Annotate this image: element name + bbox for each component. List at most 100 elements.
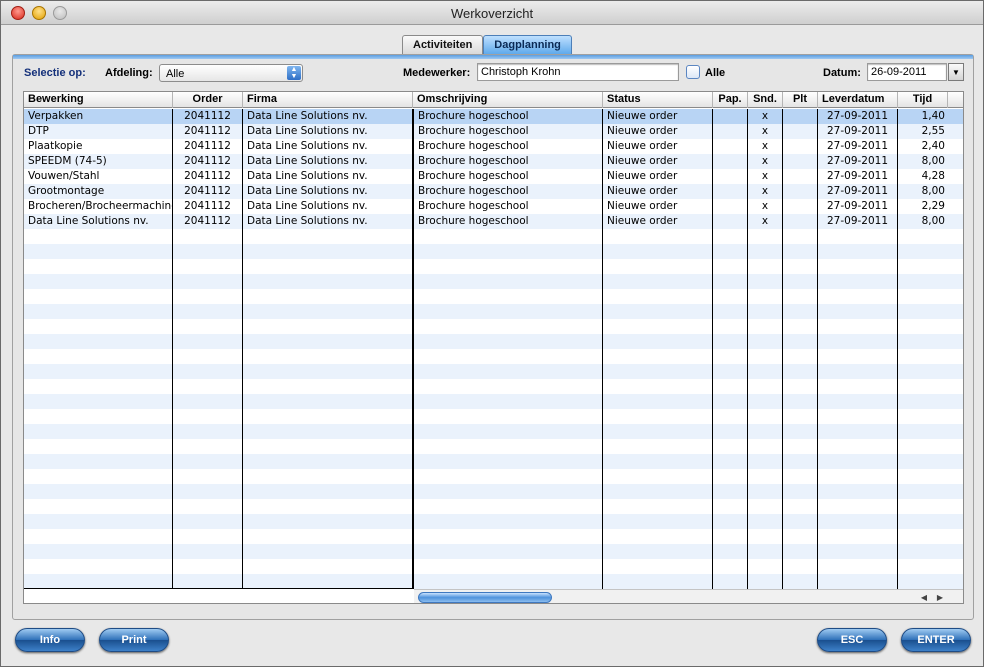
esc-button[interactable]: ESC — [817, 628, 887, 652]
column-header-pap[interactable]: Pap. — [713, 92, 748, 108]
scroll-right-icon[interactable]: ▶ — [934, 592, 946, 603]
cell-tijd: 8,00 — [921, 185, 945, 197]
table-row[interactable] — [24, 424, 963, 439]
cell-plt — [783, 169, 817, 184]
table-row[interactable] — [24, 334, 963, 349]
tab-activiteiten[interactable]: Activiteiten — [402, 35, 484, 55]
column-header-snd[interactable]: Snd. — [748, 92, 783, 108]
tab-dagplanning[interactable]: Dagplanning — [483, 35, 572, 55]
cell-pap — [713, 154, 747, 169]
cell-order: 2041112 — [184, 125, 231, 137]
cell-order: 2041112 — [184, 140, 231, 152]
table-row[interactable] — [24, 499, 963, 514]
table-row[interactable] — [24, 544, 963, 559]
cell-snd: x — [761, 125, 769, 137]
selectie-label: Selectie op: — [24, 67, 86, 79]
cell-tijd: 2,55 — [921, 125, 945, 137]
afdeling-select[interactable]: Alle ▲ ▼ — [159, 64, 303, 82]
table-row[interactable] — [24, 484, 963, 499]
cell-omschrijving: Brochure hogeschool — [418, 125, 529, 137]
column-divider — [242, 109, 243, 589]
cell-firma: Data Line Solutions nv. — [247, 215, 368, 227]
cell-pap — [713, 109, 747, 124]
scroll-left-icon[interactable]: ◀ — [918, 592, 930, 603]
datum-dropdown-button[interactable]: ▼ — [948, 63, 964, 81]
table-row[interactable] — [24, 439, 963, 454]
cell-plt — [783, 214, 817, 229]
datum-label: Datum: — [823, 67, 861, 79]
table-row[interactable]: Grootmontage 2041112 Data Line Solutions n… — [24, 184, 963, 199]
table-row[interactable] — [24, 244, 963, 259]
cell-snd: x — [761, 185, 769, 197]
alle-checkbox[interactable] — [686, 65, 700, 79]
filter-bar: Selectie op: Afdeling: Alle ▲ ▼ Medewerke… — [1, 63, 983, 83]
table-row[interactable] — [24, 409, 963, 424]
cell-leverdatum: 27-09-2011 — [826, 200, 889, 212]
cell-plt — [783, 154, 817, 169]
table-row[interactable] — [24, 559, 963, 574]
cell-bewerking: SPEEDM (74-5) — [28, 155, 107, 167]
cell-omschrijving: Brochure hogeschool — [418, 155, 529, 167]
cell-leverdatum: 27-09-2011 — [826, 155, 889, 167]
afdeling-value: Alle — [166, 68, 185, 80]
table-row[interactable] — [24, 229, 963, 244]
app-window: Werkoverzicht Activiteiten Dagplanning S… — [0, 0, 984, 667]
cell-status: Nieuwe order — [607, 170, 678, 182]
column-divider — [602, 109, 603, 589]
table-row[interactable] — [24, 469, 963, 484]
column-header-plt[interactable]: Plt — [783, 92, 818, 108]
column-header-spacer — [948, 92, 963, 108]
print-button[interactable]: Print — [99, 628, 169, 652]
frozen-pane-border — [24, 588, 413, 589]
table-row[interactable]: Verpakken 2041112 Data Line Solutions nv. B… — [24, 109, 963, 124]
table-row[interactable] — [24, 454, 963, 469]
column-header-omschrijving[interactable]: Omschrijving — [413, 92, 603, 108]
cell-snd: x — [761, 200, 769, 212]
table-row[interactable] — [24, 319, 963, 334]
medewerker-field[interactable]: Christoph Krohn — [477, 63, 679, 81]
table-row[interactable] — [24, 574, 963, 589]
column-header-tijd[interactable]: Tijd — [898, 92, 948, 108]
column-divider — [712, 109, 713, 589]
column-header-status[interactable]: Status — [603, 92, 713, 108]
cell-snd: x — [761, 215, 769, 227]
enter-button[interactable]: ENTER — [901, 628, 971, 652]
table-row[interactable]: Brocheren/Brocheermachine 2041112 Data Lin… — [24, 199, 963, 214]
table-row[interactable]: DTP 2041112 Data Line Solutions nv. Brochur… — [24, 124, 963, 139]
cell-tijd: 2,29 — [921, 200, 945, 212]
datum-field[interactable]: 26-09-2011 — [867, 63, 947, 81]
column-divider — [747, 109, 748, 589]
cell-omschrijving: Brochure hogeschool — [418, 140, 529, 152]
cell-bewerking: DTP — [28, 125, 49, 137]
column-header-order[interactable]: Order — [173, 92, 243, 108]
column-header-leverdatum[interactable]: Leverdatum — [818, 92, 898, 108]
cell-bewerking: Brocheren/Brocheermachine — [28, 200, 172, 212]
column-divider — [172, 109, 173, 589]
table-row[interactable] — [24, 304, 963, 319]
tab-bar: Activiteiten Dagplanning — [402, 35, 572, 55]
table-row[interactable] — [24, 274, 963, 289]
work-table: Bewerking Order Firma Omschrijving Statu… — [23, 91, 964, 604]
table-row[interactable]: Data Line Solutions nv. 2041112 Data Line … — [24, 214, 963, 229]
table-row[interactable] — [24, 364, 963, 379]
table-row[interactable] — [24, 379, 963, 394]
table-row[interactable]: Plaatkopie 2041112 Data Line Solutions nv.… — [24, 139, 963, 154]
table-row[interactable]: SPEEDM (74-5) 2041112 Data Line Solutions … — [24, 154, 963, 169]
column-header-firma[interactable]: Firma — [243, 92, 413, 108]
horizontal-scrollbar[interactable]: ◀ ▶ — [414, 589, 963, 603]
table-row[interactable] — [24, 259, 963, 274]
scrollbar-thumb[interactable] — [418, 592, 552, 603]
table-row[interactable] — [24, 349, 963, 364]
info-button[interactable]: Info — [15, 628, 85, 652]
table-row[interactable] — [24, 394, 963, 409]
table-row[interactable] — [24, 289, 963, 304]
cell-firma: Data Line Solutions nv. — [247, 110, 368, 122]
table-row[interactable] — [24, 514, 963, 529]
column-divider — [782, 109, 783, 589]
table-row[interactable]: Vouwen/Stahl 2041112 Data Line Solutions n… — [24, 169, 963, 184]
cell-tijd: 1,40 — [921, 110, 945, 122]
cell-bewerking: Verpakken — [28, 110, 84, 122]
column-header-bewerking[interactable]: Bewerking — [24, 92, 173, 108]
cell-omschrijving: Brochure hogeschool — [418, 215, 529, 227]
table-row[interactable] — [24, 529, 963, 544]
